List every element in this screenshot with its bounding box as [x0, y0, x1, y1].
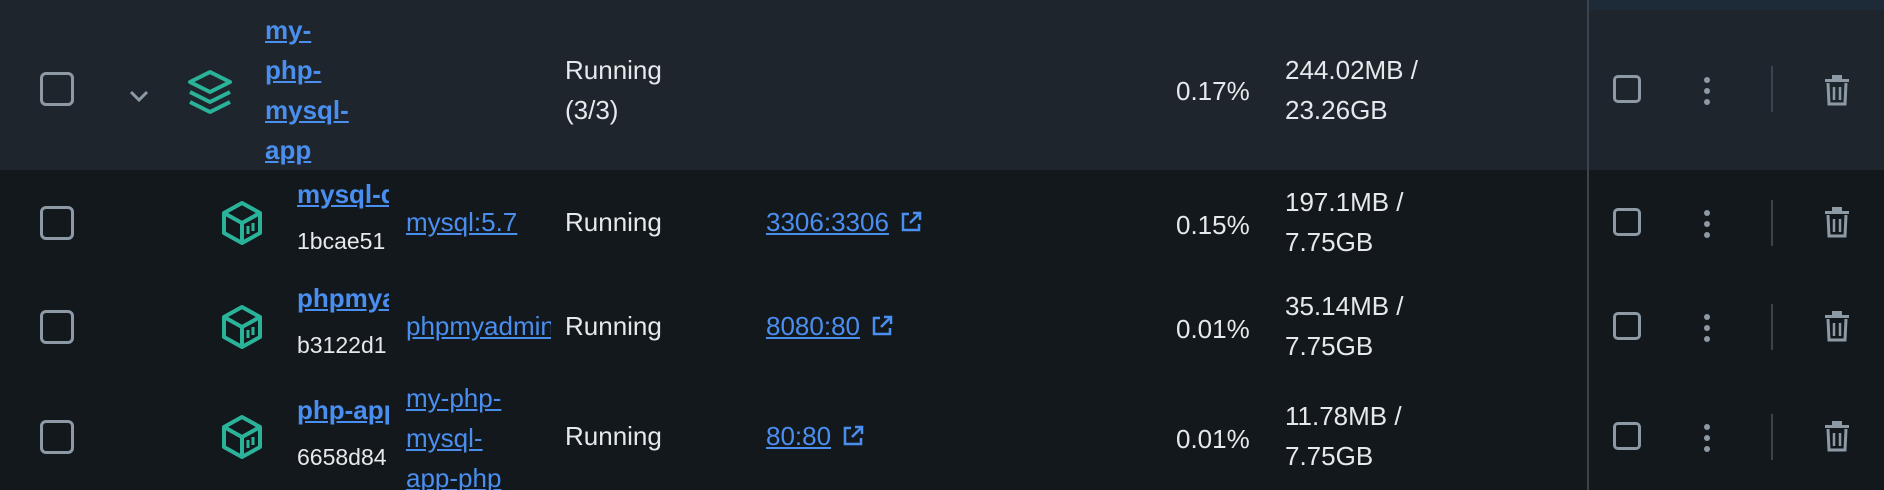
row-select-checkbox[interactable] — [40, 310, 74, 344]
container-id: b3122d1 — [297, 332, 387, 358]
action-separator — [1771, 66, 1773, 112]
group-status: Running (3/3) — [565, 55, 662, 125]
trash-icon[interactable] — [1824, 74, 1850, 106]
trash-icon[interactable] — [1824, 206, 1850, 238]
image-link[interactable]: my-php-mysql-app-php — [406, 378, 516, 490]
row-select-checkbox[interactable] — [40, 206, 74, 240]
trash-icon[interactable] — [1824, 420, 1850, 452]
external-link-icon[interactable] — [899, 210, 923, 234]
action-separator — [1771, 304, 1773, 350]
port-link[interactable]: 8080:80 — [766, 311, 860, 342]
actions-header-strip — [1588, 0, 1884, 10]
kebab-menu-icon[interactable] — [1704, 424, 1710, 457]
container-status: Running — [565, 207, 662, 237]
container-icon — [222, 415, 262, 459]
container-icon — [222, 201, 262, 245]
group-select-checkbox[interactable] — [40, 72, 74, 106]
container-name-link[interactable]: mysql-db — [297, 174, 389, 214]
chevron-down-icon[interactable] — [128, 89, 150, 103]
container-name-link[interactable]: phpmyadmin — [297, 278, 389, 318]
trash-icon[interactable] — [1824, 310, 1850, 342]
group-name-link[interactable]: my-php-mysql-app — [265, 10, 365, 170]
kebab-menu-icon[interactable] — [1704, 314, 1710, 347]
row-action-checkbox[interactable] — [1613, 422, 1641, 450]
container-cpu: 0.01% — [1176, 314, 1250, 344]
row-action-checkbox[interactable] — [1613, 312, 1641, 340]
container-memory: 35.14MB / 7.75GB — [1285, 291, 1404, 361]
container-memory: 197.1MB / 7.75GB — [1285, 187, 1404, 257]
kebab-menu-icon[interactable] — [1704, 77, 1710, 110]
group-action-checkbox[interactable] — [1613, 75, 1641, 103]
actions-column-divider — [1587, 0, 1589, 490]
group-memory: 244.02MB / 23.26GB — [1285, 55, 1418, 125]
container-cpu: 0.15% — [1176, 210, 1250, 240]
row-select-checkbox[interactable] — [40, 420, 74, 454]
container-id: 1bcae51 — [297, 228, 386, 254]
action-separator — [1771, 200, 1773, 246]
external-link-icon[interactable] — [841, 424, 865, 448]
image-link[interactable]: mysql:5.7 — [406, 202, 551, 242]
row-action-checkbox[interactable] — [1613, 208, 1641, 236]
group-cpu: 0.17% — [1176, 76, 1250, 106]
action-separator — [1771, 414, 1773, 460]
compose-group-row[interactable]: my-php-mysql-app Running (3/3) 0.17% 244… — [0, 10, 1884, 170]
container-name-link[interactable]: php-app — [297, 390, 389, 430]
container-cpu: 0.01% — [1176, 424, 1250, 454]
port-link[interactable]: 3306:3306 — [766, 207, 889, 238]
container-memory: 11.78MB / 7.75GB — [1285, 401, 1402, 471]
port-link[interactable]: 80:80 — [766, 421, 831, 452]
container-status: Running — [565, 421, 662, 451]
image-link[interactable]: phpmyadmin — [406, 306, 551, 346]
external-link-icon[interactable] — [870, 314, 894, 338]
container-id: 6658d84 — [297, 444, 387, 470]
container-status: Running — [565, 311, 662, 341]
stack-icon — [188, 70, 232, 114]
container-icon — [222, 305, 262, 349]
kebab-menu-icon[interactable] — [1704, 210, 1710, 243]
